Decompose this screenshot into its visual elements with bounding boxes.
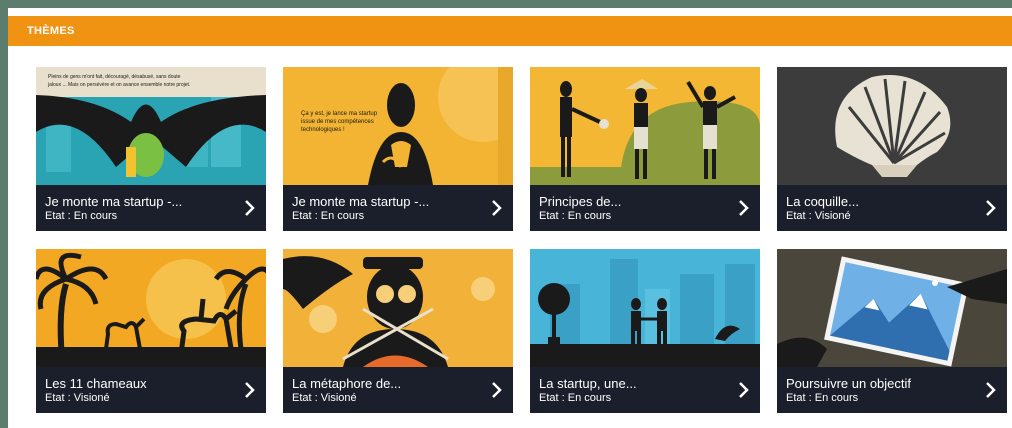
theme-card[interactable]: Principes de... Etat : En cours [530, 67, 760, 231]
card-footer: La startup, une... Etat : En cours [530, 367, 760, 413]
card-footer: Je monte ma startup -... Etat : En cours [283, 185, 513, 231]
card-title: La startup, une... [539, 376, 637, 391]
card-title: Je monte ma startup -... [45, 194, 183, 209]
theme-card[interactable]: Pleins de gens m'ont fait, découragé, dé… [36, 67, 266, 231]
card-title: Je monte ma startup -... [292, 194, 430, 209]
card-footer: Je monte ma startup -... Etat : En cours [36, 185, 266, 231]
card-footer: La coquille... Etat : Visioné [777, 185, 1007, 231]
chevron-right-icon[interactable] [983, 198, 999, 218]
chevron-right-icon[interactable] [242, 380, 258, 400]
thumbnail-image: Ça y est, je lance ma startup issue de m… [283, 67, 513, 185]
thumbnail-caption-line: issue de mes compétences [301, 119, 374, 125]
section-title: THÈMES [27, 25, 75, 37]
thumbnail-caption-line: Pleins de gens m'ont fait, découragé, dé… [48, 74, 181, 80]
chevron-right-icon[interactable] [489, 380, 505, 400]
card-title: Principes de... [539, 194, 622, 209]
card-status: Etat : Visioné [45, 392, 110, 404]
card-status: Etat : En cours [539, 210, 612, 222]
theme-card[interactable]: Poursuivre un objectif Etat : En cours [777, 249, 1007, 413]
theme-card[interactable]: Les 11 chameaux Etat : Visioné [36, 249, 266, 413]
chevron-right-icon[interactable] [489, 198, 505, 218]
card-title: La coquille... [786, 194, 859, 209]
thumbnail-image [36, 249, 266, 367]
thumbnail-image [283, 249, 513, 367]
theme-card[interactable]: La startup, une... Etat : En cours [530, 249, 760, 413]
card-title: Les 11 chameaux [45, 376, 147, 391]
thumbnail-caption-line: jaloux ... Mais on persévère et on avanc… [47, 82, 190, 88]
card-footer: La métaphore de... Etat : Visioné [283, 367, 513, 413]
thumbnail-image [777, 249, 1007, 367]
chevron-right-icon[interactable] [736, 198, 752, 218]
chevron-right-icon[interactable] [242, 198, 258, 218]
thumbnail-image: Pleins de gens m'ont fait, découragé, dé… [36, 67, 266, 185]
thumbnail-image [777, 67, 1007, 185]
card-status: Etat : En cours [292, 210, 365, 222]
card-status: Etat : Visioné [786, 210, 851, 222]
section-header: THÈMES [8, 16, 1012, 46]
card-status: Etat : En cours [786, 392, 859, 404]
card-status: Etat : En cours [539, 392, 612, 404]
card-status: Etat : Visioné [292, 392, 357, 404]
card-status: Etat : En cours [45, 210, 118, 222]
thumbnail-image [530, 249, 760, 367]
thumbnail-caption-line: technologiques ! [301, 127, 345, 133]
theme-card[interactable]: Ça y est, je lance ma startup issue de m… [283, 67, 513, 231]
card-footer: Poursuivre un objectif Etat : En cours [777, 367, 1007, 413]
card-title: La métaphore de... [292, 376, 402, 391]
chevron-right-icon[interactable] [736, 380, 752, 400]
chevron-right-icon[interactable] [983, 380, 999, 400]
theme-card[interactable]: La coquille... Etat : Visioné [777, 67, 1007, 231]
card-footer: Les 11 chameaux Etat : Visioné [36, 367, 266, 413]
thumbnail-image [530, 67, 760, 185]
thumbnail-caption-line: Ça y est, je lance ma startup [301, 111, 378, 117]
theme-card[interactable]: La métaphore de... Etat : Visioné [283, 249, 513, 413]
card-footer: Principes de... Etat : En cours [530, 185, 760, 231]
card-title: Poursuivre un objectif [786, 376, 912, 391]
